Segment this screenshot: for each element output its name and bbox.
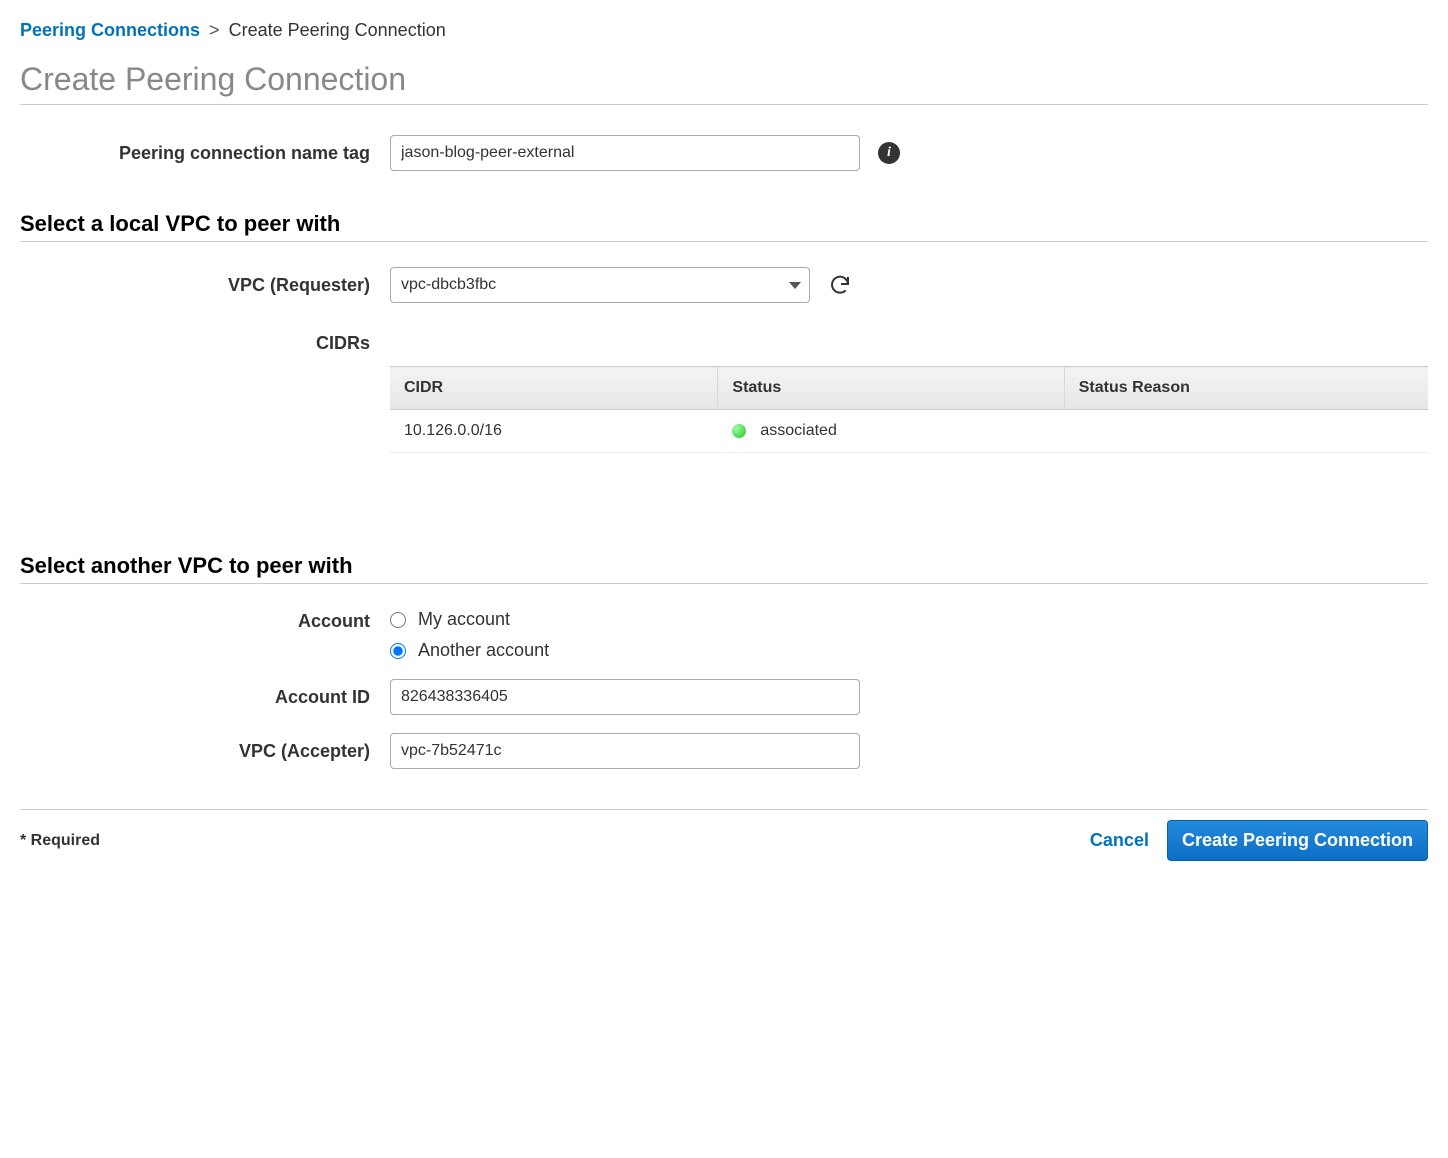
vpc-requester-row: VPC (Requester) vpc-dbcb3fbc: [20, 267, 1428, 303]
radio-my-account-label: My account: [418, 609, 510, 630]
cidrs-header-cidr: CIDR: [390, 367, 718, 410]
name-tag-label: Peering connection name tag: [20, 143, 390, 164]
cidrs-table: CIDR Status Status Reason 10.126.0.0/16 …: [390, 366, 1428, 453]
section-local-title: Select a local VPC to peer with: [20, 211, 1428, 242]
cidr-status-cell: associated: [718, 410, 1064, 453]
account-id-input[interactable]: [390, 679, 860, 715]
cancel-button[interactable]: Cancel: [1090, 830, 1149, 851]
vpc-accepter-input[interactable]: [390, 733, 860, 769]
account-id-row: Account ID: [20, 679, 1428, 715]
radio-my-account-input[interactable]: [390, 612, 406, 628]
radio-my-account[interactable]: My account: [390, 609, 549, 630]
cidrs-row: CIDRs: [20, 321, 1428, 354]
radio-another-account-input[interactable]: [390, 643, 406, 659]
breadcrumb-current: Create Peering Connection: [229, 20, 446, 40]
cidrs-header-reason: Status Reason: [1064, 367, 1428, 410]
cidrs-label: CIDRs: [20, 321, 390, 354]
vpc-accepter-label: VPC (Accepter): [20, 741, 390, 762]
breadcrumb-parent-link[interactable]: Peering Connections: [20, 20, 200, 40]
vpc-requester-select[interactable]: vpc-dbcb3fbc: [390, 267, 810, 303]
refresh-icon[interactable]: [828, 273, 852, 297]
account-label: Account: [20, 609, 390, 632]
info-icon[interactable]: i: [878, 142, 900, 164]
required-note: * Required: [20, 832, 100, 850]
section-other-title: Select another VPC to peer with: [20, 553, 1428, 584]
vpc-requester-value: vpc-dbcb3fbc: [401, 276, 496, 294]
table-row: 10.126.0.0/16 associated: [390, 410, 1428, 453]
vpc-accepter-row: VPC (Accepter): [20, 733, 1428, 769]
cidr-reason: [1064, 410, 1428, 453]
account-radio-group: My account Another account: [390, 609, 549, 661]
create-peering-connection-button[interactable]: Create Peering Connection: [1167, 820, 1428, 861]
footer-bar: * Required Cancel Create Peering Connect…: [20, 809, 1428, 879]
footer-actions: Cancel Create Peering Connection: [1090, 820, 1428, 861]
name-tag-row: Peering connection name tag i: [20, 135, 1428, 171]
cidrs-header-status: Status: [718, 367, 1064, 410]
radio-another-account[interactable]: Another account: [390, 640, 549, 661]
account-id-label: Account ID: [20, 687, 390, 708]
name-tag-input[interactable]: [390, 135, 860, 171]
radio-another-account-label: Another account: [418, 640, 549, 661]
status-dot-icon: [732, 424, 746, 438]
cidr-value: 10.126.0.0/16: [390, 410, 718, 453]
page-title: Create Peering Connection: [20, 61, 1428, 105]
account-row: Account My account Another account: [20, 609, 1428, 661]
cidrs-table-header-row: CIDR Status Status Reason: [390, 367, 1428, 410]
chevron-down-icon: [789, 282, 801, 289]
breadcrumb-separator: >: [209, 20, 220, 40]
breadcrumb: Peering Connections > Create Peering Con…: [20, 20, 1428, 41]
vpc-requester-label: VPC (Requester): [20, 275, 390, 296]
cidr-status-text: associated: [760, 422, 837, 439]
